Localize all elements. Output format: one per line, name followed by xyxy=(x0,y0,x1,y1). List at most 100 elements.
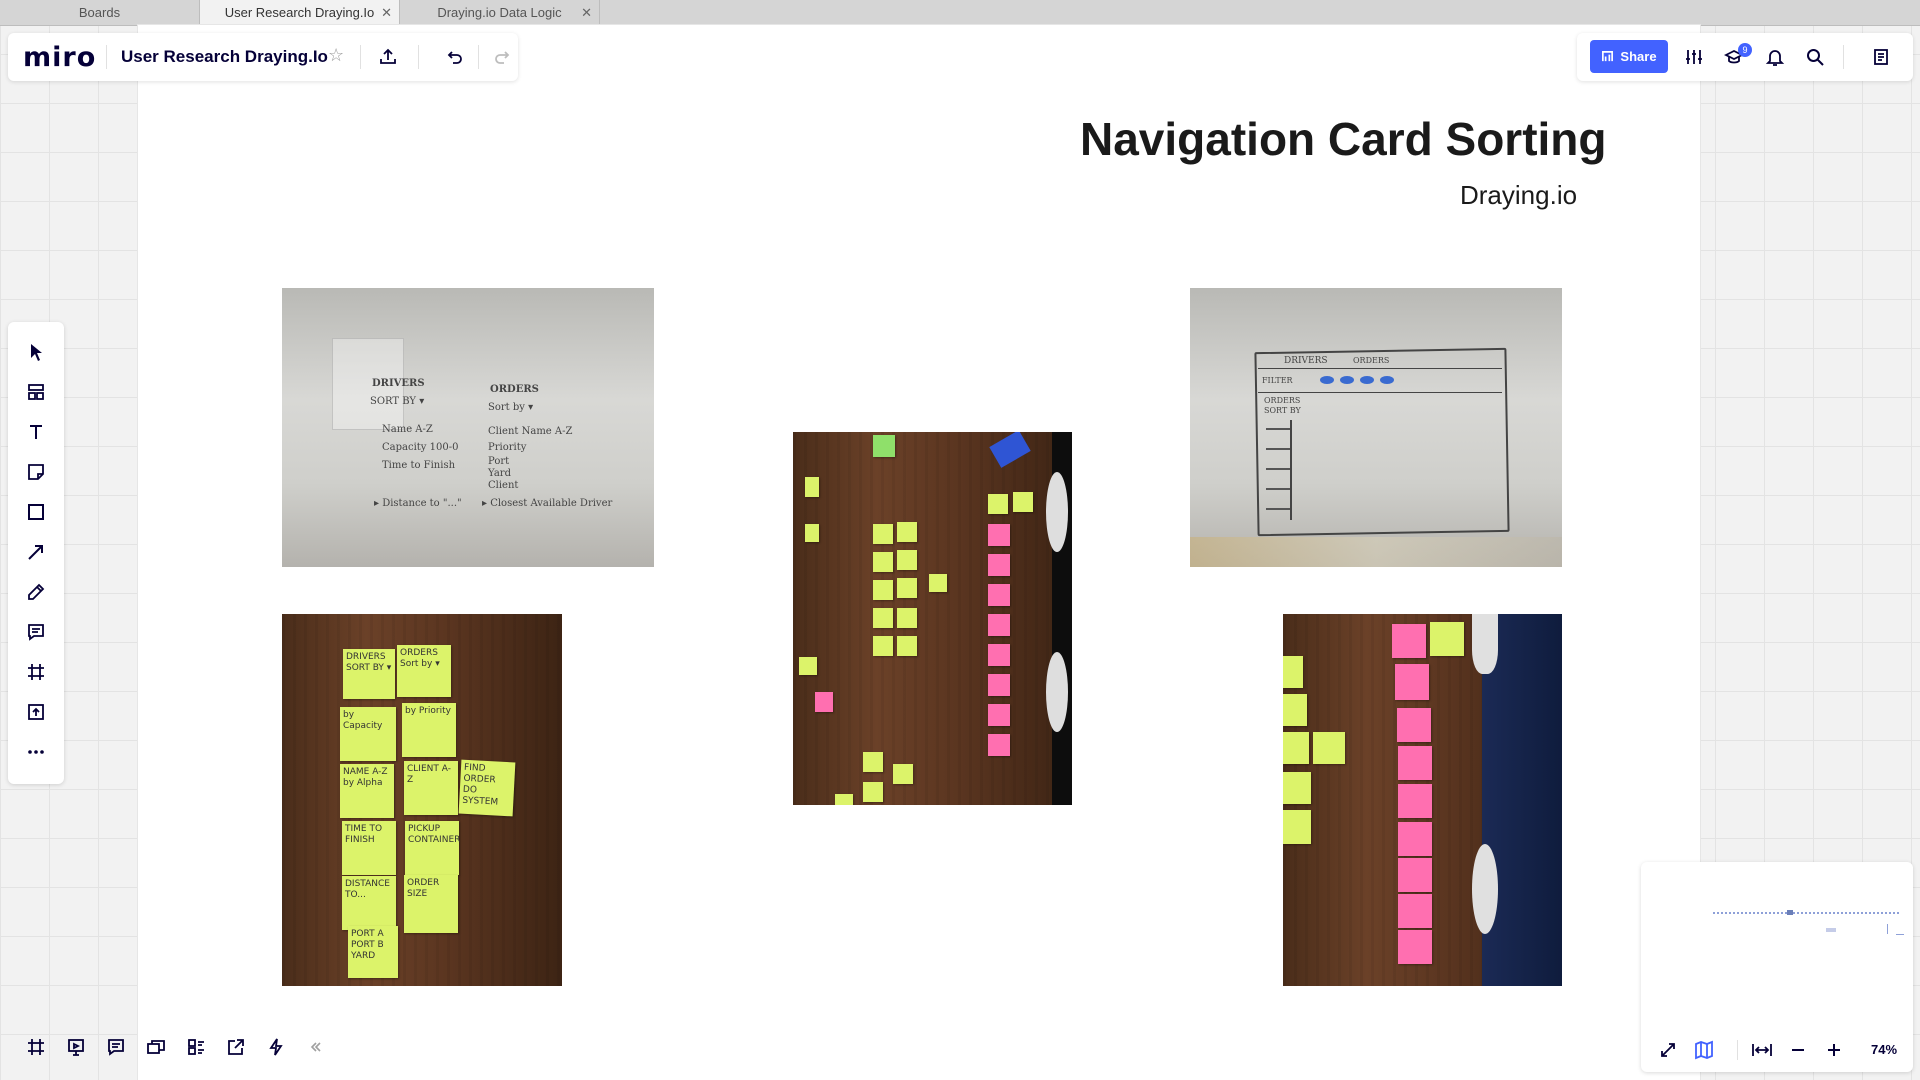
fit-width-icon xyxy=(1752,1044,1772,1056)
lightning-icon xyxy=(269,1038,283,1056)
collapse-toolbar-button[interactable] xyxy=(300,1031,332,1063)
pen-tool[interactable] xyxy=(20,576,52,608)
sticky-note: NAME A-Z by Alpha xyxy=(340,764,394,818)
sticky-note-tool[interactable] xyxy=(20,456,52,488)
presentation-button[interactable] xyxy=(60,1031,92,1063)
board-notes-button[interactable] xyxy=(1865,41,1897,73)
frames-button[interactable] xyxy=(20,1031,52,1063)
share-screen-button[interactable] xyxy=(220,1031,252,1063)
arrow-icon xyxy=(28,545,43,560)
cards-icon xyxy=(188,1039,204,1055)
tab-data-logic[interactable]: Draying.io Data Logic ✕ xyxy=(400,0,600,25)
wireframe-line xyxy=(1258,392,1502,393)
sticky-note xyxy=(1283,694,1307,726)
bottom-toolbar xyxy=(8,1025,338,1069)
wb-text: Name A-Z xyxy=(382,424,433,435)
plus-icon xyxy=(1828,1044,1840,1056)
sticky-note xyxy=(1395,664,1429,700)
fullscreen-button[interactable] xyxy=(1653,1034,1683,1066)
learning-center-button[interactable]: 9 xyxy=(1718,41,1752,73)
settings-button[interactable] xyxy=(1678,41,1710,73)
frame-title: Navigation Card Sorting xyxy=(1080,113,1607,165)
divider xyxy=(478,45,479,69)
sticky-note xyxy=(897,636,917,656)
share-button[interactable]: Share xyxy=(1590,40,1668,73)
undo-icon xyxy=(447,51,462,64)
sticky-note xyxy=(893,764,913,784)
sticky-note xyxy=(1398,822,1432,856)
notifications-button[interactable] xyxy=(1759,41,1791,73)
export-button[interactable] xyxy=(372,41,404,73)
sticky-note xyxy=(1398,784,1432,818)
sticky-note xyxy=(873,552,893,572)
redo-button[interactable] xyxy=(487,41,519,73)
sticky-note xyxy=(1398,746,1432,780)
map-toggle-button[interactable] xyxy=(1689,1034,1719,1066)
sticky-note xyxy=(805,524,819,542)
close-icon[interactable]: ✕ xyxy=(381,0,392,25)
frame-icon xyxy=(28,664,44,680)
minimap-panel: 74% xyxy=(1641,862,1913,1072)
comment-tool[interactable] xyxy=(20,616,52,648)
zoom-controls: 74% xyxy=(1641,1028,1913,1072)
templates-tool[interactable] xyxy=(20,376,52,408)
comments-button[interactable] xyxy=(100,1031,132,1063)
upload-tool[interactable] xyxy=(20,696,52,728)
whiteboard-photo-right[interactable]: DRIVERS ORDERS FILTER ORDERS SORT BY xyxy=(1190,288,1562,567)
stapler xyxy=(989,432,1031,468)
tab-boards[interactable]: Boards xyxy=(0,0,200,25)
miro-logo[interactable]: miro xyxy=(23,42,96,73)
frame-tool[interactable] xyxy=(20,656,52,688)
zoom-in-button[interactable] xyxy=(1819,1034,1849,1066)
wireframe-list xyxy=(1266,420,1292,520)
sticky-note xyxy=(988,584,1010,606)
activity-button[interactable] xyxy=(260,1031,292,1063)
comment-icon xyxy=(108,1039,124,1056)
creation-toolbar xyxy=(8,322,64,784)
sticky-note: PORT A PORT B YARD xyxy=(348,926,398,978)
sticky-note: ORDERS Sort by ▾ xyxy=(397,645,451,697)
wb-text: Time to Finish xyxy=(382,460,456,471)
board-header-right: Share 9 xyxy=(1577,33,1913,81)
sticky-note: TIME TO FINISH xyxy=(342,821,396,875)
notes-icon xyxy=(1874,49,1888,65)
star-icon[interactable]: ☆ xyxy=(328,45,344,66)
sticky-notes-photo-left[interactable]: DRIVERS SORT BY ▾ ORDERS Sort by ▾ by Ca… xyxy=(282,614,562,986)
upload-icon xyxy=(380,48,396,64)
zoom-out-button[interactable] xyxy=(1783,1034,1813,1066)
divider xyxy=(418,45,419,69)
redo-icon xyxy=(495,51,510,64)
screens-icon xyxy=(147,1040,165,1054)
map-icon xyxy=(1695,1040,1713,1060)
external-link-icon xyxy=(228,1039,244,1055)
wb-text: Sort by ▾ xyxy=(488,402,534,413)
wb-text: Capacity 100-0 xyxy=(382,442,459,453)
text-tool[interactable] xyxy=(20,416,52,448)
template-icon xyxy=(28,384,44,400)
select-tool[interactable] xyxy=(20,336,52,368)
sticky-note xyxy=(1398,894,1432,928)
sticky-note xyxy=(988,734,1010,756)
board-title[interactable]: User Research Draying.Io xyxy=(121,47,328,67)
marker-dot xyxy=(1380,376,1394,384)
connection-line-tool[interactable] xyxy=(20,536,52,568)
divider xyxy=(106,45,107,69)
sticky-notes-photo-center[interactable] xyxy=(793,432,1072,805)
wb-text: ▸ Closest Available Driver xyxy=(482,498,613,509)
video-chat-button[interactable] xyxy=(140,1031,172,1063)
minimap-content xyxy=(1887,924,1896,934)
fit-to-screen-button[interactable] xyxy=(1747,1034,1777,1066)
sticky-notes-photo-right[interactable] xyxy=(1283,614,1562,986)
whiteboard-photo-left[interactable]: DRIVERS SORT BY ▾ Name A-Z Capacity 100-… xyxy=(282,288,654,567)
zoom-level[interactable]: 74% xyxy=(1871,1042,1897,1057)
cards-button[interactable] xyxy=(180,1031,212,1063)
square-icon xyxy=(28,504,44,520)
undo-button[interactable] xyxy=(438,41,470,73)
close-icon[interactable]: ✕ xyxy=(581,0,592,25)
shape-tool[interactable] xyxy=(20,496,52,528)
more-tools-button[interactable] xyxy=(20,736,52,768)
search-button[interactable] xyxy=(1799,41,1831,73)
browser-tab-strip: Boards User Research Draying.Io ✕ Drayin… xyxy=(0,0,1920,26)
tab-user-research[interactable]: User Research Draying.Io ✕ xyxy=(200,0,400,25)
sticky-note xyxy=(873,524,893,544)
